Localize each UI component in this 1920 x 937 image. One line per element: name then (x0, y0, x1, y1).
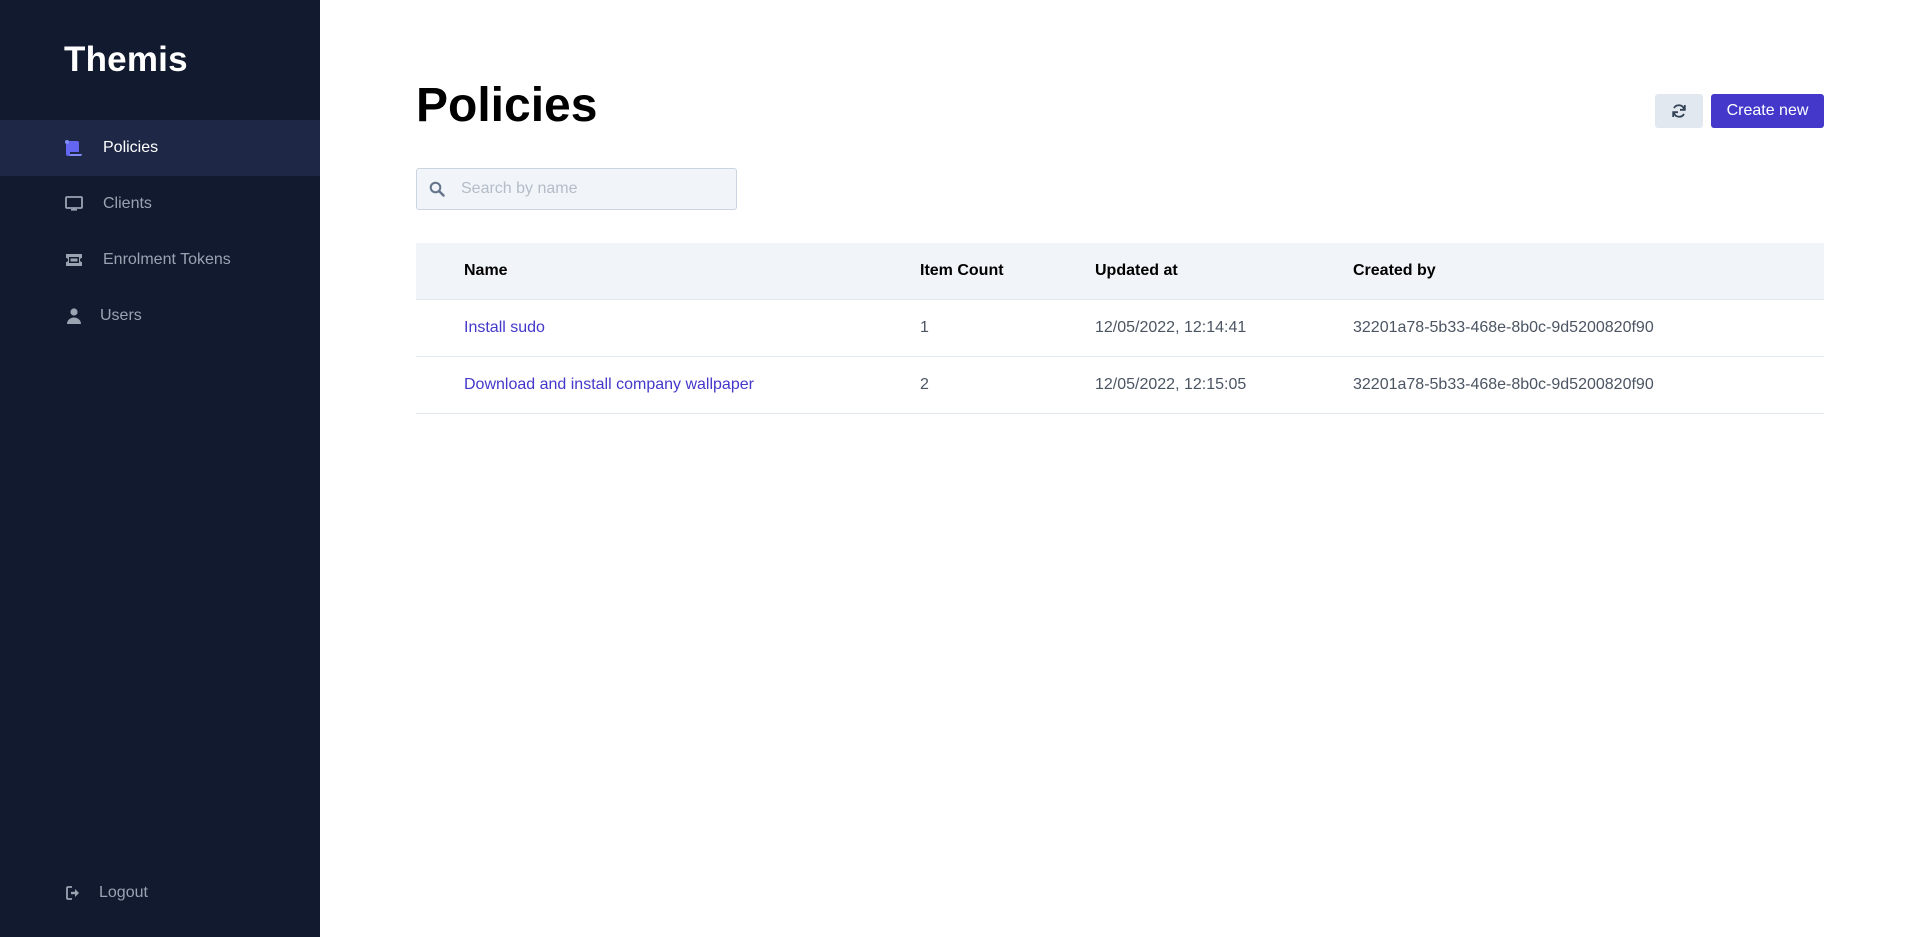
search-box (416, 168, 737, 210)
app-title: Themis (64, 40, 188, 79)
policies-table: Name Item Count Updated at Created by In… (416, 243, 1824, 414)
table-row: Download and install company wallpaper 2… (416, 356, 1824, 414)
policy-link[interactable]: Install sudo (464, 319, 545, 336)
sidebar-item-policies[interactable]: Policies (0, 120, 320, 176)
main-content: Policies Create new Search by name Name … (320, 0, 1920, 937)
updated-at-cell: 12/05/2022, 12:14:41 (1095, 299, 1353, 357)
policy-name-cell: Install sudo (416, 299, 920, 357)
logout-label: Logout (99, 884, 148, 901)
app: Themis Policies Clients Enrolment Tokens… (0, 0, 1920, 937)
policies-icon (64, 138, 84, 158)
logout-button[interactable]: Logout (64, 883, 148, 903)
sidebar-item-label: Users (100, 307, 142, 324)
table-row: Install sudo 1 12/05/2022, 12:14:41 3220… (416, 299, 1824, 357)
policy-name-cell: Download and install company wallpaper (416, 356, 920, 414)
sidebar-item-label: Enrolment Tokens (103, 251, 231, 268)
page-title: Policies (416, 79, 598, 132)
sidebar-item-enrolment-tokens[interactable]: Enrolment Tokens (0, 232, 320, 288)
policy-link[interactable]: Download and install company wallpaper (464, 376, 754, 393)
sidebar-item-label: Policies (103, 139, 159, 156)
sidebar: Themis Policies Clients Enrolment Tokens… (0, 0, 320, 937)
refresh-icon (1671, 103, 1687, 119)
table-header-row: Name Item Count Updated at Created by (416, 243, 1824, 300)
created-by-cell: 32201a78-5b33-468e-8b0c-9d5200820f90 (1353, 299, 1824, 357)
sidebar-item-label: Clients (103, 195, 152, 212)
sign-out-icon (64, 883, 84, 903)
monitor-icon (64, 194, 84, 214)
sidebar-nav: Policies Clients Enrolment Tokens Users (0, 120, 320, 344)
refresh-button[interactable] (1655, 94, 1703, 128)
created-by-cell: 32201a78-5b33-468e-8b0c-9d5200820f90 (1353, 356, 1824, 414)
item-count-cell: 1 (920, 299, 1095, 357)
sidebar-item-clients[interactable]: Clients (0, 176, 320, 232)
column-header-name: Name (416, 243, 920, 300)
ticket-icon (64, 250, 84, 270)
sidebar-item-users[interactable]: Users (0, 288, 320, 344)
column-header-created-by: Created by (1353, 243, 1824, 300)
search-icon (429, 181, 445, 197)
column-header-item-count: Item Count (920, 243, 1095, 300)
column-header-updated-at: Updated at (1095, 243, 1353, 300)
user-icon (64, 306, 84, 326)
item-count-cell: 2 (920, 356, 1095, 414)
updated-at-cell: 12/05/2022, 12:15:05 (1095, 356, 1353, 414)
create-new-button[interactable]: Create new (1711, 94, 1824, 128)
search-input[interactable] (459, 179, 723, 199)
